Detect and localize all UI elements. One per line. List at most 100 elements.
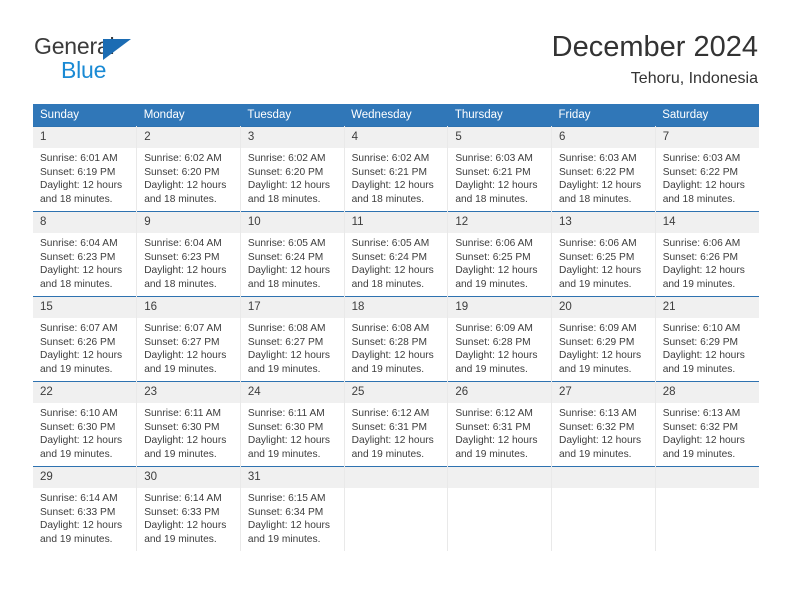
calendar-day-cell[interactable]: 3 Sunrise: 6:02 AM Sunset: 6:20 PM Daylight… bbox=[240, 126, 345, 212]
day-info: Sunrise: 6:07 AM Sunset: 6:27 PM Daylight:… bbox=[137, 318, 240, 376]
day-number: 18 bbox=[344, 297, 448, 318]
daylight-duration-line2: and 19 minutes. bbox=[144, 448, 217, 460]
calendar-empty-cell bbox=[655, 466, 759, 551]
calendar-day-cell[interactable]: 18 Sunrise: 6:08 AM Sunset: 6:28 PM Dayligh… bbox=[344, 296, 449, 382]
calendar-day-cell[interactable]: 21 Sunrise: 6:10 AM Sunset: 6:29 PM Dayligh… bbox=[655, 296, 759, 382]
day-info: Sunrise: 6:11 AM Sunset: 6:30 PM Daylight:… bbox=[137, 403, 240, 461]
calendar-day-cell[interactable]: 12 Sunrise: 6:06 AM Sunset: 6:25 PM Dayligh… bbox=[447, 211, 553, 297]
calendar-header-row: Sunday Monday Tuesday Wednesday Thursday… bbox=[33, 104, 759, 127]
calendar-day-cell[interactable]: 27 Sunrise: 6:13 AM Sunset: 6:32 PM Dayligh… bbox=[551, 381, 656, 467]
day-number bbox=[448, 467, 552, 488]
calendar-day-cell[interactable]: 30 Sunrise: 6:14 AM Sunset: 6:33 PM Dayligh… bbox=[136, 466, 241, 551]
calendar-day-cell[interactable]: 5 Sunrise: 6:03 AM Sunset: 6:21 PM Daylight… bbox=[447, 126, 553, 212]
page-title: December 2024 bbox=[551, 31, 758, 63]
calendar-day-cell[interactable]: 2 Sunrise: 6:02 AM Sunset: 6:20 PM Daylight… bbox=[136, 126, 241, 212]
calendar-body: 1 Sunrise: 6:01 AM Sunset: 6:19 PM Daylight… bbox=[33, 126, 759, 551]
day-info: Sunrise: 6:14 AM Sunset: 6:33 PM Daylight:… bbox=[137, 488, 240, 546]
sunrise-time: Sunrise: 6:06 AM bbox=[662, 238, 741, 249]
daylight-duration-line1: Daylight: 12 hours bbox=[247, 435, 331, 447]
day-info: Sunrise: 6:12 AM Sunset: 6:31 PM Daylight:… bbox=[448, 403, 551, 461]
calendar-day-cell[interactable]: 19 Sunrise: 6:09 AM Sunset: 6:28 PM Dayligh… bbox=[447, 296, 553, 382]
calendar-day-cell[interactable]: 6 Sunrise: 6:03 AM Sunset: 6:22 PM Daylight… bbox=[551, 126, 656, 212]
sunset-time: Sunset: 6:20 PM bbox=[247, 166, 324, 178]
weekday-header-tuesday: Tuesday bbox=[240, 104, 345, 127]
sunset-time: Sunset: 6:23 PM bbox=[40, 251, 116, 263]
day-number: 10 bbox=[240, 212, 344, 233]
page-subtitle: Tehoru, Indonesia bbox=[630, 70, 758, 87]
calendar-page: General Blue December 2024 Tehoru, Indon… bbox=[0, 0, 792, 612]
daylight-duration-line2: and 19 minutes. bbox=[455, 363, 528, 375]
day-number: 30 bbox=[137, 467, 240, 488]
calendar-day-cell[interactable]: 16 Sunrise: 6:07 AM Sunset: 6:27 PM Dayligh… bbox=[136, 296, 241, 382]
day-number bbox=[344, 467, 448, 488]
calendar-day-cell[interactable]: 4 Sunrise: 6:02 AM Sunset: 6:21 PM Daylight… bbox=[344, 126, 449, 212]
sunset-time: Sunset: 6:32 PM bbox=[559, 421, 635, 433]
day-info: Sunrise: 6:05 AM Sunset: 6:24 PM Daylight:… bbox=[345, 233, 448, 291]
calendar-empty-cell bbox=[447, 466, 553, 551]
day-number: 8 bbox=[33, 212, 137, 233]
calendar-empty-cell bbox=[551, 466, 656, 551]
daylight-duration-line1: Daylight: 12 hours bbox=[144, 520, 227, 532]
day-info: Sunrise: 6:13 AM Sunset: 6:32 PM Daylight:… bbox=[552, 403, 655, 461]
calendar-day-cell[interactable]: 23 Sunrise: 6:11 AM Sunset: 6:30 PM Dayligh… bbox=[136, 381, 241, 467]
sunrise-time: Sunrise: 6:05 AM bbox=[351, 238, 430, 249]
daylight-duration-line1: Daylight: 12 hours bbox=[351, 265, 434, 277]
calendar-day-cell[interactable]: 31 Sunrise: 6:15 AM Sunset: 6:34 PM Dayligh… bbox=[240, 466, 345, 551]
day-number: 3 bbox=[240, 127, 344, 148]
day-info: Sunrise: 6:08 AM Sunset: 6:28 PM Daylight:… bbox=[345, 318, 448, 376]
day-number bbox=[552, 467, 655, 488]
day-info: Sunrise: 6:04 AM Sunset: 6:23 PM Daylight:… bbox=[33, 233, 136, 291]
calendar-day-cell[interactable]: 10 Sunrise: 6:05 AM Sunset: 6:24 PM Dayligh… bbox=[240, 211, 345, 297]
day-number: 5 bbox=[448, 127, 552, 148]
day-info: Sunrise: 6:10 AM Sunset: 6:29 PM Daylight:… bbox=[656, 318, 759, 376]
calendar-day-cell[interactable]: 9 Sunrise: 6:04 AM Sunset: 6:23 PM Daylight… bbox=[136, 211, 241, 297]
day-number: 26 bbox=[448, 382, 552, 403]
day-number: 25 bbox=[344, 382, 448, 403]
daylight-duration-line2: and 19 minutes. bbox=[662, 363, 736, 375]
calendar-day-cell[interactable]: 20 Sunrise: 6:09 AM Sunset: 6:29 PM Dayligh… bbox=[551, 296, 656, 382]
calendar-empty-cell bbox=[344, 466, 449, 551]
calendar-day-cell[interactable]: 7 Sunrise: 6:03 AM Sunset: 6:22 PM Daylight… bbox=[655, 126, 759, 212]
calendar-day-cell[interactable]: 14 Sunrise: 6:06 AM Sunset: 6:26 PM Dayligh… bbox=[655, 211, 759, 297]
calendar-day-cell[interactable]: 15 Sunrise: 6:07 AM Sunset: 6:26 PM Dayligh… bbox=[33, 296, 138, 382]
daylight-duration-line2: and 18 minutes. bbox=[351, 278, 425, 290]
calendar-day-cell[interactable]: 25 Sunrise: 6:12 AM Sunset: 6:31 PM Dayligh… bbox=[344, 381, 449, 467]
calendar-week-row: 8 Sunrise: 6:04 AM Sunset: 6:23 PM Daylight… bbox=[33, 211, 759, 297]
sunset-time: Sunset: 6:29 PM bbox=[559, 336, 635, 348]
sunset-time: Sunset: 6:26 PM bbox=[662, 251, 739, 263]
sunset-time: Sunset: 6:21 PM bbox=[351, 166, 427, 178]
daylight-duration-line2: and 18 minutes. bbox=[144, 278, 217, 290]
daylight-duration-line1: Daylight: 12 hours bbox=[455, 350, 538, 362]
daylight-duration-line2: and 18 minutes. bbox=[247, 193, 321, 205]
title-block: December 2024 Tehoru, Indonesia bbox=[552, 30, 758, 90]
sunrise-time: Sunrise: 6:13 AM bbox=[662, 408, 741, 419]
daylight-duration-line1: Daylight: 12 hours bbox=[455, 265, 538, 277]
daylight-duration-line2: and 18 minutes. bbox=[40, 193, 113, 205]
calendar-day-cell[interactable]: 26 Sunrise: 6:12 AM Sunset: 6:31 PM Dayligh… bbox=[447, 381, 553, 467]
calendar-day-cell[interactable]: 28 Sunrise: 6:13 AM Sunset: 6:32 PM Dayligh… bbox=[655, 381, 759, 467]
sunrise-time: Sunrise: 6:06 AM bbox=[455, 238, 533, 249]
sunrise-time: Sunrise: 6:04 AM bbox=[40, 238, 118, 249]
sunset-time: Sunset: 6:30 PM bbox=[144, 421, 220, 433]
sunrise-time: Sunrise: 6:05 AM bbox=[247, 238, 326, 249]
calendar-day-cell[interactable]: 1 Sunrise: 6:01 AM Sunset: 6:19 PM Daylight… bbox=[33, 126, 138, 212]
day-number: 22 bbox=[33, 382, 137, 403]
sunset-time: Sunset: 6:30 PM bbox=[247, 421, 324, 433]
calendar-day-cell[interactable]: 24 Sunrise: 6:11 AM Sunset: 6:30 PM Dayligh… bbox=[240, 381, 345, 467]
daylight-duration-line1: Daylight: 12 hours bbox=[247, 180, 331, 192]
calendar-day-cell[interactable]: 13 Sunrise: 6:06 AM Sunset: 6:25 PM Dayligh… bbox=[551, 211, 656, 297]
sunrise-time: Sunrise: 6:02 AM bbox=[247, 153, 326, 164]
day-info: Sunrise: 6:13 AM Sunset: 6:32 PM Daylight:… bbox=[656, 403, 759, 461]
calendar-day-cell[interactable]: 29 Sunrise: 6:14 AM Sunset: 6:33 PM Dayligh… bbox=[33, 466, 138, 551]
daylight-duration-line2: and 19 minutes. bbox=[662, 448, 736, 460]
sunrise-time: Sunrise: 6:08 AM bbox=[351, 323, 430, 334]
sunrise-time: Sunrise: 6:02 AM bbox=[351, 153, 430, 164]
calendar-day-cell[interactable]: 11 Sunrise: 6:05 AM Sunset: 6:24 PM Dayligh… bbox=[344, 211, 449, 297]
calendar-day-cell[interactable]: 22 Sunrise: 6:10 AM Sunset: 6:30 PM Dayligh… bbox=[33, 381, 138, 467]
day-number: 13 bbox=[552, 212, 655, 233]
day-number: 16 bbox=[137, 297, 240, 318]
day-info: Sunrise: 6:09 AM Sunset: 6:28 PM Daylight:… bbox=[448, 318, 551, 376]
calendar-day-cell[interactable]: 8 Sunrise: 6:04 AM Sunset: 6:23 PM Daylight… bbox=[33, 211, 138, 297]
calendar-day-cell[interactable]: 17 Sunrise: 6:08 AM Sunset: 6:27 PM Dayligh… bbox=[240, 296, 345, 382]
daylight-duration-line1: Daylight: 12 hours bbox=[40, 435, 123, 447]
